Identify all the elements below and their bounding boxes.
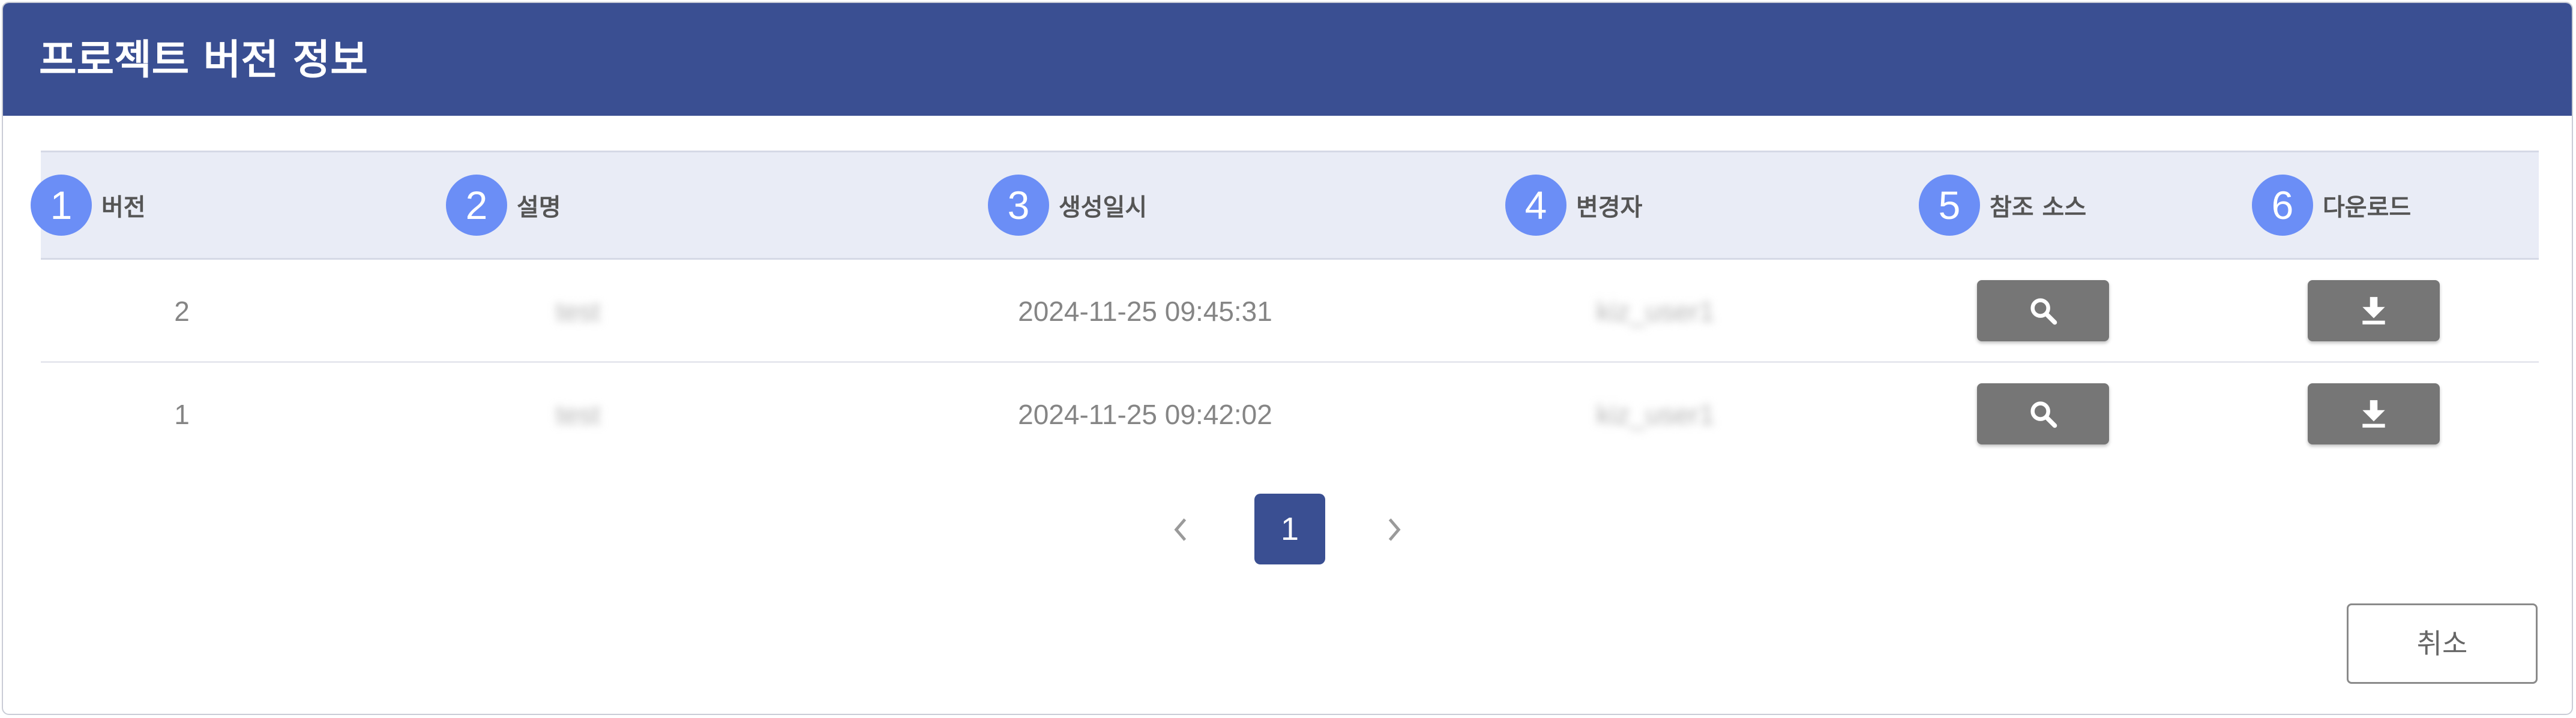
created-at-cell: 2024-11-25 09:42:02 [1018,399,1272,430]
chevron-right-icon [1388,518,1401,541]
table-header: 1 버전 2 설명 3 생성일시 4 변경자 5 참조 소스 6 다운로드 [31,151,2539,260]
column-label: 버전 [101,194,146,221]
dialog-header: 프로젝트 버전 정보 [3,3,2572,116]
search-icon [2030,401,2057,428]
view-source-button[interactable] [1977,280,2109,341]
column-number-badge: 6 [2252,175,2313,236]
column-label: 참조 소스 [1990,194,2087,221]
column-header-created-at: 3 생성일시 [988,152,1147,258]
column-header-changed-by: 4 변경자 [1505,152,1642,258]
column-number-badge: 3 [988,175,1049,236]
next-page-button[interactable] [1373,507,1416,552]
chevron-left-icon [1174,518,1187,541]
column-number-badge: 5 [1919,175,1980,236]
column-header-reference-source: 5 참조 소스 [1919,152,2086,258]
table-row: 1 test 2024-11-25 09:42:02 kiz_user1 [41,363,2539,466]
changed-by-cell: kiz_user1 [1596,399,1715,430]
prev-page-button[interactable] [1159,507,1202,552]
column-number-badge: 4 [1505,175,1566,236]
download-icon [2362,297,2385,325]
download-button[interactable] [2308,280,2440,341]
column-header-description: 2 설명 [446,152,561,258]
version-cell: 1 [174,399,190,430]
view-source-button[interactable] [1977,383,2109,444]
project-version-dialog: 프로젝트 버전 정보 1 버전 2 설명 3 생성일시 4 변경자 5 참조 소… [2,2,2573,715]
column-label: 생성일시 [1059,194,1148,221]
created-at-cell: 2024-11-25 09:45:31 [1018,296,1272,327]
description-cell: test [555,399,601,430]
column-header-download: 6 다운로드 [2252,152,2411,258]
changed-by-cell: kiz_user1 [1596,296,1715,327]
search-icon [2030,298,2057,325]
column-label: 변경자 [1576,194,1643,221]
page-button-current[interactable]: 1 [1254,494,1325,564]
cancel-button[interactable]: 취소 [2347,603,2538,684]
table-row: 2 test 2024-11-25 09:45:31 kiz_user1 [41,260,2539,363]
column-number-badge: 1 [31,175,92,236]
column-label: 설명 [517,194,561,221]
column-number-badge: 2 [446,175,507,236]
description-cell: test [555,296,601,327]
download-icon [2362,400,2385,428]
column-header-version: 1 버전 [31,152,146,258]
column-label: 다운로드 [2323,194,2412,221]
version-cell: 2 [174,296,190,327]
dialog-title: 프로젝트 버전 정보 [39,37,368,84]
pagination: 1 [3,494,2572,566]
download-button[interactable] [2308,383,2440,444]
